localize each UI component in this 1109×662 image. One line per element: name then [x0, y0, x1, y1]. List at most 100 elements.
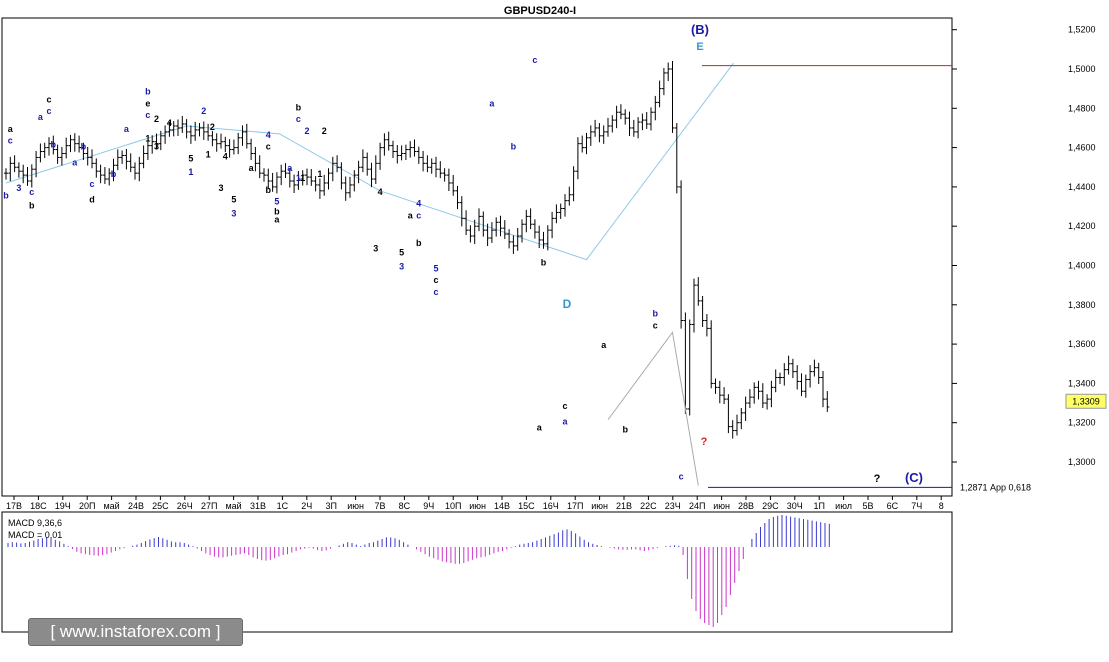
- wave-label: 1: [317, 169, 322, 179]
- chart-canvas: GBPUSD240-I 1,3000 1,3200 1,3400 1,3600 1,38…: [0, 0, 1109, 662]
- y-tick-label: 1,4000: [1068, 261, 1096, 271]
- wave-label: 1: [206, 149, 211, 159]
- wave-label: c: [46, 106, 51, 116]
- wave-label: 5: [188, 153, 193, 163]
- x-tick-label: 19Ч: [55, 501, 71, 511]
- chart-background: [0, 0, 1109, 662]
- x-tick-label: 17В: [6, 501, 22, 511]
- x-tick-label: июн: [347, 501, 364, 511]
- x-tick-label: 22С: [640, 501, 657, 511]
- x-tick-label: 20П: [79, 501, 95, 511]
- y-tick-label: 1,3400: [1068, 378, 1096, 388]
- wave-label: b: [111, 169, 117, 179]
- wave-label: c: [562, 401, 567, 411]
- y-tick-label: 1,3200: [1068, 418, 1096, 428]
- x-tick-label: июл: [835, 501, 852, 511]
- wave-label: 3: [218, 183, 223, 193]
- macd-label: MACD 9,36,6: [8, 518, 62, 528]
- wave-degree-label: ?: [701, 436, 708, 448]
- wave-label: 2: [154, 114, 159, 124]
- x-tick-label: 1С: [277, 501, 289, 511]
- wave-label: d: [89, 195, 95, 205]
- wave-label: 2: [201, 106, 206, 116]
- x-tick-label: 7Ч: [911, 501, 922, 511]
- y-tick-label: 1,4400: [1068, 182, 1096, 192]
- target-level-label: 1,2871 Арр 0,618: [960, 482, 1031, 492]
- wave-label: c: [266, 142, 271, 152]
- wave-label: e: [145, 98, 150, 108]
- wave-label: 3: [399, 261, 404, 271]
- wave-label: b: [145, 87, 151, 97]
- wave-label: b: [541, 258, 547, 268]
- x-tick-label: май: [225, 501, 241, 511]
- x-tick-label: 6С: [887, 501, 899, 511]
- wave-label: c: [653, 320, 658, 330]
- x-tick-label: июн: [713, 501, 730, 511]
- wave-label: c: [89, 179, 94, 189]
- wave-label: 3: [231, 208, 236, 218]
- x-tick-label: 21В: [616, 501, 632, 511]
- current-price-label: 1,3309: [1072, 396, 1100, 406]
- x-tick-label: 30Ч: [787, 501, 803, 511]
- x-tick-label: 14В: [494, 501, 510, 511]
- wave-label: b: [622, 425, 628, 435]
- wave-label: b: [296, 102, 302, 112]
- wave-label: c: [296, 114, 301, 124]
- x-tick-label: июн: [469, 501, 486, 511]
- y-tick-label: 1,4600: [1068, 143, 1096, 153]
- wave-label: b: [511, 142, 517, 152]
- x-tick-label: 10П: [445, 501, 461, 511]
- wave-label: c: [532, 55, 537, 65]
- x-tick-label: 2Ч: [301, 501, 312, 511]
- x-tick-label: 17П: [567, 501, 583, 511]
- x-tick-label: 8С: [399, 501, 411, 511]
- wave-label: 5: [399, 248, 404, 258]
- wave-degree-label: (C): [905, 470, 923, 485]
- wave-degree-label: D: [563, 297, 572, 311]
- wave-label: c: [416, 210, 421, 220]
- x-tick-label: 31В: [250, 501, 266, 511]
- wave-label: c: [29, 187, 34, 197]
- wave-degree-label: (B): [691, 22, 709, 37]
- wave-label: c: [46, 94, 51, 104]
- wave-label: c: [8, 136, 13, 146]
- wave-label: 3: [373, 244, 378, 254]
- y-tick-label: 1,3000: [1068, 457, 1096, 467]
- x-tick-label: 26Ч: [177, 501, 193, 511]
- wave-label: b: [653, 309, 659, 319]
- chart-title: GBPUSD240-I: [504, 5, 576, 17]
- y-tick-label: 1,5000: [1068, 64, 1096, 74]
- x-tick-label: 9Ч: [423, 501, 434, 511]
- wave-label: c: [433, 287, 438, 297]
- wave-label: 4: [223, 151, 228, 161]
- x-tick-label: 25С: [152, 501, 169, 511]
- wave-label: 3: [154, 142, 159, 152]
- wave-label: 4: [167, 118, 172, 128]
- x-tick-label: май: [103, 501, 119, 511]
- wave-label: 4: [266, 130, 271, 140]
- wave-label: b: [51, 140, 57, 150]
- wave-label: b: [3, 191, 9, 201]
- wave-label: 2: [322, 126, 327, 136]
- y-tick-label: 1,3600: [1068, 339, 1096, 349]
- wave-label: 5: [274, 197, 279, 207]
- x-tick-label: 24В: [128, 501, 144, 511]
- x-tick-label: 23Ч: [665, 501, 681, 511]
- wave-label: 3: [16, 183, 21, 193]
- x-tick-label: 15С: [518, 501, 535, 511]
- wave-label: c: [433, 275, 438, 285]
- wave-label: b: [266, 185, 272, 195]
- wave-label: 1: [145, 134, 150, 144]
- wave-label: b: [29, 201, 35, 211]
- wave-label: 2: [210, 122, 215, 132]
- x-tick-label: 27П: [201, 501, 217, 511]
- wave-label: b: [416, 238, 422, 248]
- wave-label: c: [145, 110, 150, 120]
- x-tick-label: 3П: [325, 501, 336, 511]
- x-tick-label: июн: [591, 501, 608, 511]
- wave-label: 4: [378, 187, 383, 197]
- x-tick-label: 5В: [862, 501, 873, 511]
- x-tick-label: 29С: [762, 501, 779, 511]
- x-tick-label: 18С: [30, 501, 47, 511]
- wave-label: 2: [304, 126, 309, 136]
